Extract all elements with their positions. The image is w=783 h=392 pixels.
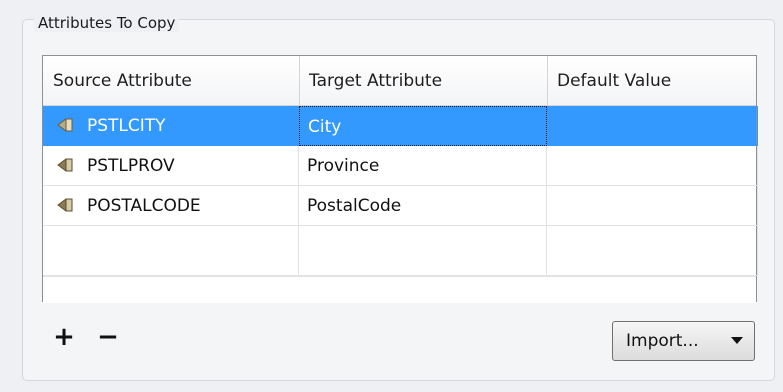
column-header-target[interactable]: Target Attribute bbox=[299, 56, 547, 106]
default-value-cell[interactable] bbox=[547, 146, 758, 186]
table-header: Source Attribute Target Attribute Defaul… bbox=[43, 56, 756, 106]
column-header-default[interactable]: Default Value bbox=[547, 56, 758, 106]
table-row[interactable]: PSTLPROV Province bbox=[43, 146, 758, 186]
source-attribute-label: PSTLPROV bbox=[87, 156, 175, 176]
target-attribute-cell[interactable]: City bbox=[299, 106, 547, 146]
source-attribute-cell[interactable]: PSTLCITY bbox=[43, 106, 299, 146]
empty-cell[interactable] bbox=[547, 226, 758, 276]
empty-table-row[interactable] bbox=[43, 226, 758, 276]
group-title: Attributes To Copy bbox=[34, 14, 180, 32]
source-attribute-cell[interactable]: PSTLPROV bbox=[43, 146, 299, 186]
attributes-table[interactable]: Source Attribute Target Attribute Defaul… bbox=[42, 55, 758, 303]
import-button-label: Import... bbox=[626, 331, 699, 351]
empty-cell[interactable] bbox=[299, 226, 547, 276]
source-attribute-label: PSTLCITY bbox=[87, 116, 166, 136]
default-value-cell[interactable] bbox=[547, 106, 758, 146]
import-button[interactable]: Import... bbox=[612, 321, 755, 361]
target-attribute-cell[interactable]: PostalCode bbox=[299, 186, 547, 226]
attribute-tag-icon bbox=[57, 198, 73, 212]
attribute-tag-icon bbox=[57, 118, 73, 132]
source-attribute-cell[interactable]: POSTALCODE bbox=[43, 186, 299, 226]
table-footer-strip bbox=[43, 276, 756, 303]
target-attribute-cell[interactable]: Province bbox=[299, 146, 547, 186]
empty-cell[interactable] bbox=[43, 226, 299, 276]
remove-row-button[interactable]: − bbox=[96, 324, 120, 350]
attribute-tag-icon bbox=[57, 158, 73, 172]
source-attribute-label: POSTALCODE bbox=[87, 196, 201, 216]
chevron-down-icon[interactable] bbox=[731, 337, 743, 344]
add-row-button[interactable]: + bbox=[52, 324, 76, 350]
table-row[interactable]: PSTLCITY City bbox=[43, 106, 758, 146]
default-value-cell[interactable] bbox=[547, 186, 758, 226]
table-row[interactable]: POSTALCODE PostalCode bbox=[43, 186, 758, 226]
column-header-source[interactable]: Source Attribute bbox=[43, 56, 299, 106]
